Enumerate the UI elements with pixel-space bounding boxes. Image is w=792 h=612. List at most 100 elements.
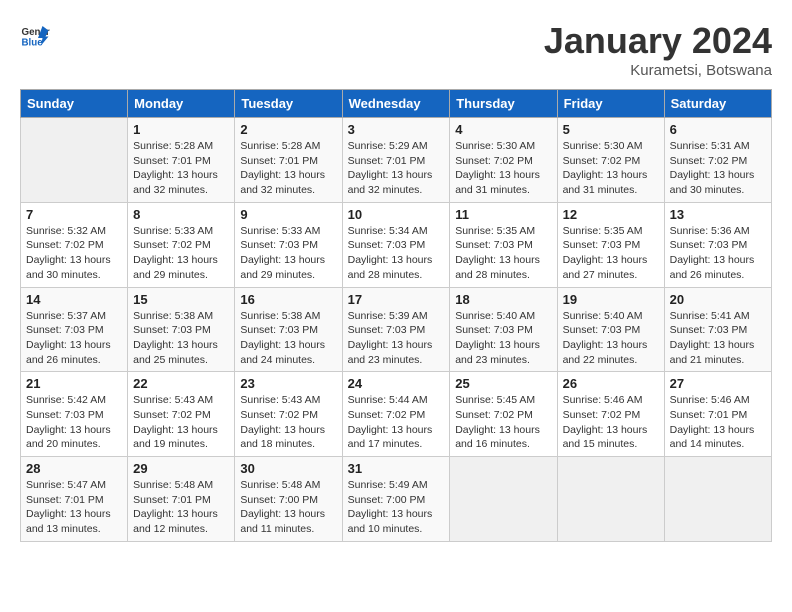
- day-number: 14: [26, 292, 122, 307]
- day-number: 30: [240, 461, 336, 476]
- day-number: 28: [26, 461, 122, 476]
- calendar-cell: 3 Sunrise: 5:29 AM Sunset: 7:01 PM Daylig…: [342, 118, 450, 203]
- day-info: Sunrise: 5:38 AM Sunset: 7:03 PM Dayligh…: [240, 309, 336, 368]
- calendar-cell: 31 Sunrise: 5:49 AM Sunset: 7:00 PM Dayli…: [342, 457, 450, 542]
- month-title: January 2024: [544, 20, 772, 62]
- day-number: 10: [348, 207, 445, 222]
- day-info: Sunrise: 5:43 AM Sunset: 7:02 PM Dayligh…: [240, 393, 336, 452]
- calendar-cell: 2 Sunrise: 5:28 AM Sunset: 7:01 PM Daylig…: [235, 118, 342, 203]
- calendar-cell: 27 Sunrise: 5:46 AM Sunset: 7:01 PM Dayli…: [664, 372, 771, 457]
- calendar-cell: 1Sunrise: 5:28 AM Sunset: 7:01 PM Daylig…: [128, 118, 235, 203]
- day-info: Sunrise: 5:37 AM Sunset: 7:03 PM Dayligh…: [26, 309, 122, 368]
- day-number: 21: [26, 376, 122, 391]
- location-subtitle: Kurametsi, Botswana: [544, 62, 772, 79]
- day-info: Sunrise: 5:43 AM Sunset: 7:02 PM Dayligh…: [133, 393, 229, 452]
- day-info: Sunrise: 5:40 AM Sunset: 7:03 PM Dayligh…: [563, 309, 659, 368]
- day-number: 23: [240, 376, 336, 391]
- day-info: Sunrise: 5:39 AM Sunset: 7:03 PM Dayligh…: [348, 309, 445, 368]
- calendar-cell: [664, 457, 771, 542]
- day-number: 3: [348, 122, 445, 137]
- page-header: General Blue January 2024 Kurametsi, Bot…: [20, 20, 772, 79]
- calendar-cell: 30 Sunrise: 5:48 AM Sunset: 7:00 PM Dayli…: [235, 457, 342, 542]
- day-number: 18: [455, 292, 551, 307]
- calendar-cell: 15 Sunrise: 5:38 AM Sunset: 7:03 PM Dayli…: [128, 287, 235, 372]
- day-number: 20: [670, 292, 766, 307]
- day-number: 11: [455, 207, 551, 222]
- calendar-cell: 19 Sunrise: 5:40 AM Sunset: 7:03 PM Dayli…: [557, 287, 664, 372]
- calendar-cell: 12Sunrise: 5:35 AM Sunset: 7:03 PM Dayli…: [557, 202, 664, 287]
- day-info: Sunrise: 5:36 AM Sunset: 7:03 PM Dayligh…: [670, 224, 766, 283]
- weekday-header-thursday: Thursday: [450, 90, 557, 118]
- calendar-cell: 24 Sunrise: 5:44 AM Sunset: 7:02 PM Dayli…: [342, 372, 450, 457]
- weekday-header-monday: Monday: [128, 90, 235, 118]
- calendar-cell: 21 Sunrise: 5:42 AM Sunset: 7:03 PM Dayli…: [21, 372, 128, 457]
- weekday-header-wednesday: Wednesday: [342, 90, 450, 118]
- calendar-cell: 4 Sunrise: 5:30 AM Sunset: 7:02 PM Daylig…: [450, 118, 557, 203]
- day-info: Sunrise: 5:40 AM Sunset: 7:03 PM Dayligh…: [455, 309, 551, 368]
- day-info: Sunrise: 5:33 AM Sunset: 7:02 PM Dayligh…: [133, 224, 229, 283]
- day-number: 31: [348, 461, 445, 476]
- day-number: 5: [563, 122, 659, 137]
- calendar-cell: 29 Sunrise: 5:48 AM Sunset: 7:01 PM Dayli…: [128, 457, 235, 542]
- day-info: Sunrise: 5:48 AM Sunset: 7:00 PM Dayligh…: [240, 478, 336, 537]
- day-info: Sunrise: 5:42 AM Sunset: 7:03 PM Dayligh…: [26, 393, 122, 452]
- day-info: Sunrise: 5:35 AM Sunset: 7:03 PM Dayligh…: [455, 224, 551, 283]
- day-info: Sunrise: 5:31 AM Sunset: 7:02 PM Dayligh…: [670, 139, 766, 198]
- day-number: 22: [133, 376, 229, 391]
- day-number: 29: [133, 461, 229, 476]
- day-info: Sunrise: 5:33 AM Sunset: 7:03 PM Dayligh…: [240, 224, 336, 283]
- weekday-header-saturday: Saturday: [664, 90, 771, 118]
- calendar-cell: [21, 118, 128, 203]
- calendar-cell: [557, 457, 664, 542]
- day-info: Sunrise: 5:46 AM Sunset: 7:02 PM Dayligh…: [563, 393, 659, 452]
- day-info: Sunrise: 5:30 AM Sunset: 7:02 PM Dayligh…: [455, 139, 551, 198]
- calendar-cell: 13 Sunrise: 5:36 AM Sunset: 7:03 PM Dayli…: [664, 202, 771, 287]
- day-info: Sunrise: 5:38 AM Sunset: 7:03 PM Dayligh…: [133, 309, 229, 368]
- day-info: Sunrise: 5:29 AM Sunset: 7:01 PM Dayligh…: [348, 139, 445, 198]
- calendar-cell: 20Sunrise: 5:41 AM Sunset: 7:03 PM Dayli…: [664, 287, 771, 372]
- day-number: 4: [455, 122, 551, 137]
- day-number: 8: [133, 207, 229, 222]
- logo: General Blue: [20, 20, 50, 50]
- weekday-header-tuesday: Tuesday: [235, 90, 342, 118]
- calendar-cell: 18 Sunrise: 5:40 AM Sunset: 7:03 PM Dayli…: [450, 287, 557, 372]
- calendar-cell: [450, 457, 557, 542]
- day-info: Sunrise: 5:28 AM Sunset: 7:01 PM Dayligh…: [240, 139, 336, 198]
- day-number: 1: [133, 122, 229, 137]
- day-info: Sunrise: 5:34 AM Sunset: 7:03 PM Dayligh…: [348, 224, 445, 283]
- day-number: 24: [348, 376, 445, 391]
- day-info: Sunrise: 5:32 AM Sunset: 7:02 PM Dayligh…: [26, 224, 122, 283]
- day-info: Sunrise: 5:48 AM Sunset: 7:01 PM Dayligh…: [133, 478, 229, 537]
- calendar-cell: 6 Sunrise: 5:31 AM Sunset: 7:02 PM Daylig…: [664, 118, 771, 203]
- day-number: 19: [563, 292, 659, 307]
- calendar-table: SundayMondayTuesdayWednesdayThursdayFrid…: [20, 89, 772, 542]
- day-number: 27: [670, 376, 766, 391]
- day-info: Sunrise: 5:47 AM Sunset: 7:01 PM Dayligh…: [26, 478, 122, 537]
- day-number: 9: [240, 207, 336, 222]
- calendar-cell: 9 Sunrise: 5:33 AM Sunset: 7:03 PM Daylig…: [235, 202, 342, 287]
- day-number: 7: [26, 207, 122, 222]
- calendar-cell: 10 Sunrise: 5:34 AM Sunset: 7:03 PM Dayli…: [342, 202, 450, 287]
- day-info: Sunrise: 5:46 AM Sunset: 7:01 PM Dayligh…: [670, 393, 766, 452]
- calendar-cell: 11 Sunrise: 5:35 AM Sunset: 7:03 PM Dayli…: [450, 202, 557, 287]
- calendar-cell: 8 Sunrise: 5:33 AM Sunset: 7:02 PM Daylig…: [128, 202, 235, 287]
- day-info: Sunrise: 5:45 AM Sunset: 7:02 PM Dayligh…: [455, 393, 551, 452]
- day-number: 26: [563, 376, 659, 391]
- day-info: Sunrise: 5:35 AM Sunset: 7:03 PM Dayligh…: [563, 224, 659, 283]
- day-number: 13: [670, 207, 766, 222]
- day-number: 17: [348, 292, 445, 307]
- day-number: 15: [133, 292, 229, 307]
- calendar-cell: 5 Sunrise: 5:30 AM Sunset: 7:02 PM Daylig…: [557, 118, 664, 203]
- day-number: 16: [240, 292, 336, 307]
- weekday-header-friday: Friday: [557, 90, 664, 118]
- calendar-cell: 23 Sunrise: 5:43 AM Sunset: 7:02 PM Dayli…: [235, 372, 342, 457]
- day-info: Sunrise: 5:49 AM Sunset: 7:00 PM Dayligh…: [348, 478, 445, 537]
- calendar-cell: 17 Sunrise: 5:39 AM Sunset: 7:03 PM Dayli…: [342, 287, 450, 372]
- day-info: Sunrise: 5:44 AM Sunset: 7:02 PM Dayligh…: [348, 393, 445, 452]
- day-number: 25: [455, 376, 551, 391]
- day-info: Sunrise: 5:30 AM Sunset: 7:02 PM Dayligh…: [563, 139, 659, 198]
- day-number: 6: [670, 122, 766, 137]
- calendar-cell: 16 Sunrise: 5:38 AM Sunset: 7:03 PM Dayli…: [235, 287, 342, 372]
- day-number: 2: [240, 122, 336, 137]
- calendar-cell: 14 Sunrise: 5:37 AM Sunset: 7:03 PM Dayli…: [21, 287, 128, 372]
